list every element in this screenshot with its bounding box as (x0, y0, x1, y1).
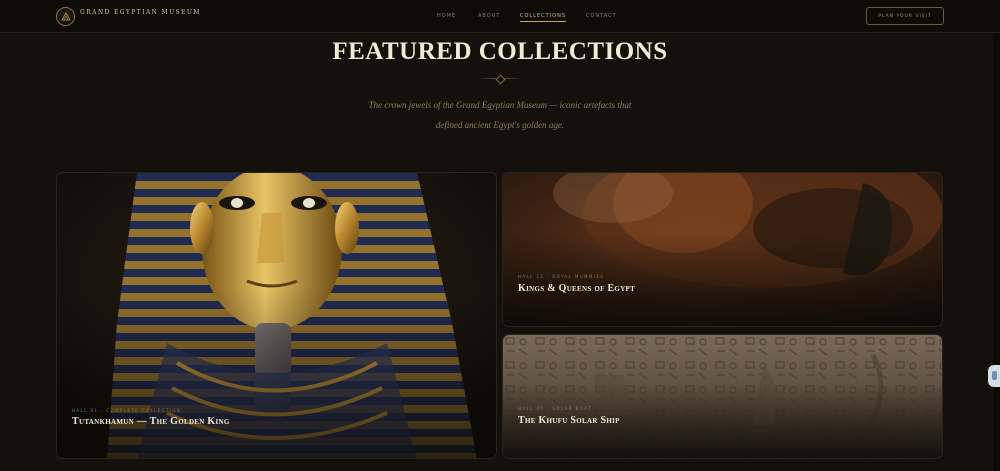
card-tag: Hall 05 · Solar Boat (518, 406, 592, 411)
page-subtitle: The crown jewels of the Grand Egyptian M… (368, 100, 632, 130)
card-tag: Hall 12 · Royal Mummies (518, 274, 605, 279)
nav-link-about[interactable]: About (478, 13, 500, 19)
scrollbar[interactable] (993, 33, 1000, 471)
main-menu: Home About Collections Contact (0, 13, 1000, 25)
card-tag: Hall 01 · Complete Collection (72, 408, 182, 413)
card-title: Kings & Queens of Egypt (518, 283, 636, 294)
collection-card-tutankhamun[interactable]: Hall 01 · Complete Collection Tutankhamu… (56, 172, 497, 459)
nav-link-collections[interactable]: Collections (520, 13, 567, 22)
top-navigation: Grand Egyptian Museum Home About Collect… (0, 0, 1000, 33)
title-divider (478, 78, 522, 79)
side-widget-tab[interactable] (988, 365, 1000, 387)
collection-card-solar-ship[interactable]: Hall 05 · Solar Boat The Khufu Solar Shi… (502, 334, 943, 459)
collection-card-royal-mummies[interactable]: Hall 12 · Royal Mummies Kings & Queens o… (502, 172, 943, 327)
card-title: Tutankhamun — The Golden King (72, 416, 230, 427)
page-title: FEATURED COLLECTIONS (332, 38, 668, 65)
plan-visit-button[interactable]: Plan Your Visit (866, 7, 944, 25)
nav-link-home[interactable]: Home (437, 13, 456, 19)
card-title: The Khufu Solar Ship (518, 415, 620, 426)
nav-link-contact[interactable]: Contact (586, 13, 617, 19)
